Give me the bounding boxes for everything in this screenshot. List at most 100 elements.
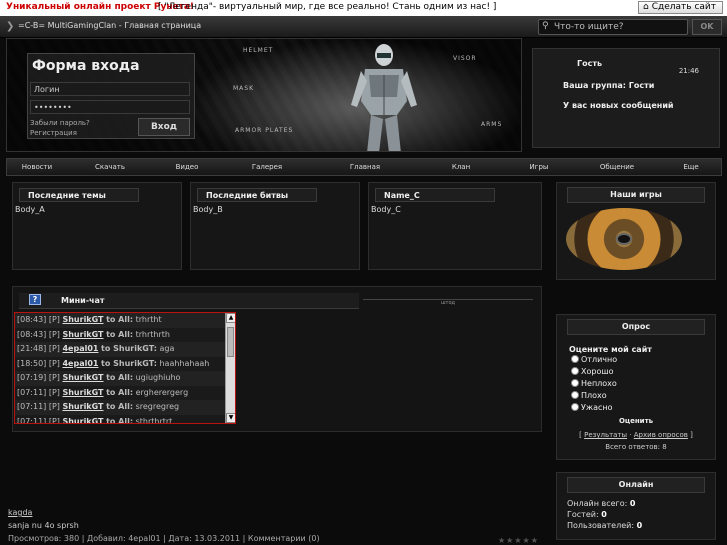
poll-option[interactable]: Ужасно <box>571 403 613 412</box>
chat-nick[interactable]: ShurikGT <box>62 402 103 411</box>
chat-time: [08:43] <box>17 315 47 324</box>
poll-option[interactable]: Отлично <box>571 355 617 364</box>
home-icon: ⌂ <box>643 2 649 12</box>
login-submit-button[interactable]: Вход <box>138 118 190 136</box>
nav-item-home[interactable]: Главная <box>350 163 380 171</box>
star-icon[interactable]: ★ <box>531 536 539 545</box>
nav-item-more[interactable]: Еще <box>683 163 698 171</box>
user-messages[interactable]: У вас новых сообщений <box>563 101 674 110</box>
chat-tag: [P] <box>48 416 60 424</box>
hero-label-arms: ARMS <box>481 121 503 128</box>
panel-body: Body_C <box>371 205 401 214</box>
star-icon[interactable]: ★ <box>498 536 506 545</box>
panel-body: Body_B <box>193 205 223 214</box>
chat-tag: [P] <box>48 373 60 382</box>
poll-option[interactable]: Плохо <box>571 391 607 400</box>
chat-nick[interactable]: ShurikGT <box>62 388 103 397</box>
chat-time: [21:48] <box>17 344 47 353</box>
chat-nick[interactable]: 4epal01 <box>62 344 98 353</box>
chat-tag: [P] <box>48 315 60 324</box>
game-disc-image[interactable] <box>566 208 682 270</box>
hero-label-mask: MASK <box>233 85 255 92</box>
register-link[interactable]: Регистрация <box>30 128 90 138</box>
nav-item-games[interactable]: Игры <box>530 163 549 171</box>
radio-icon[interactable] <box>571 379 579 387</box>
login-field[interactable]: Логин <box>30 82 190 96</box>
chat-recipient: to ShurikGT: <box>101 358 157 368</box>
chat-nick[interactable]: ShurikGT <box>62 315 103 324</box>
nav-item-gallery[interactable]: Галерея <box>252 163 282 171</box>
nav-item-community[interactable]: Общение <box>600 163 634 171</box>
password-field[interactable]: •••••••• <box>30 100 190 114</box>
help-icon[interactable]: ? <box>29 294 41 305</box>
chat-nick[interactable]: ShurikGT <box>62 417 103 424</box>
nav-item-video[interactable]: Видео <box>176 163 199 171</box>
star-icon[interactable]: ★ <box>514 536 522 545</box>
chat-text: sthrthrtrt <box>135 416 173 424</box>
our-games-title: Наши игры <box>567 187 705 203</box>
chat-messages-box[interactable]: [08:43] [P] ShurikGT to All: trhrtht [08… <box>14 312 236 424</box>
chat-message: [07:19] [P] ShurikGT to All: ugiughiuho <box>15 371 235 386</box>
forgot-password-link[interactable]: Забыли пароль? <box>30 118 90 128</box>
user-group: Ваша группа: Гости <box>563 81 655 90</box>
chat-time: [07:11] <box>17 416 47 424</box>
online-guests-row: Гостей: 0 <box>567 510 607 519</box>
radio-icon[interactable] <box>571 367 579 375</box>
poll-archive-link[interactable]: Архив опросов <box>634 431 688 439</box>
hero-label-visor: VISOR <box>453 55 477 62</box>
current-time: 21:46 <box>678 67 699 75</box>
poll-option-label: Неплохо <box>581 379 617 388</box>
poll-total: Всего ответов: 8 <box>605 443 667 451</box>
top-ad-bar: Уникальный онлайн проект Рунета! [ "Леге… <box>0 0 727 16</box>
poll-results-link[interactable]: Результаты <box>584 431 627 439</box>
mini-chat-title: Мини-чат <box>61 296 105 305</box>
user-info-panel: Гость 21:46 Ваша группа: Гости У вас нов… <box>532 48 720 148</box>
login-form-title: Форма входа <box>32 58 140 74</box>
poll-option-label: Плохо <box>581 391 607 400</box>
scroll-down-icon[interactable]: ▼ <box>226 413 235 423</box>
chat-text: trhrtht <box>135 315 162 324</box>
search-ok-button[interactable]: OK <box>692 19 722 35</box>
radio-icon[interactable] <box>571 403 579 411</box>
poll-link-separator: · <box>629 431 632 439</box>
chat-time: [07:19] <box>17 373 47 382</box>
chat-nick[interactable]: ShurikGT <box>62 373 103 382</box>
legend-banner-text[interactable]: [ "Легенда"- виртуальный мир, где все ре… <box>158 2 496 12</box>
chat-recipient: to All: <box>106 329 134 339</box>
online-row-value: 0 <box>601 510 607 519</box>
online-row-value: 0 <box>629 499 636 508</box>
nav-item-download[interactable]: Скачать <box>95 163 125 171</box>
chat-time: [07:11] <box>17 387 47 397</box>
news-text: sanja nu 4o sprsh <box>8 521 79 530</box>
rating-stars[interactable]: ★★★★★ <box>498 536 539 545</box>
chat-tag: [P] <box>48 329 60 339</box>
make-site-button[interactable]: ⌂ Сделать сайт <box>638 1 723 14</box>
poll-option[interactable]: Хорошо <box>571 367 614 376</box>
scroll-thumb[interactable] <box>227 327 234 357</box>
chat-text: trhrthrth <box>135 329 170 339</box>
star-icon[interactable]: ★ <box>523 536 531 545</box>
login-form: Форма входа Логин •••••••• Забыли пароль… <box>27 53 195 139</box>
nav-item-clan[interactable]: Клан <box>452 163 470 171</box>
panel-body: Body_A <box>15 205 45 214</box>
latest-battles-panel: Последние битвы Body_B <box>190 182 360 270</box>
news-title[interactable]: kagda <box>8 508 320 517</box>
radio-icon[interactable] <box>571 391 579 399</box>
scroll-up-icon[interactable]: ▲ <box>226 313 235 323</box>
nav-item-news[interactable]: Новости <box>22 163 52 171</box>
online-row-label: Онлайн всего: <box>567 499 628 508</box>
poll-option[interactable]: Неплохо <box>571 379 617 388</box>
chat-nick[interactable]: 4epal01 <box>62 359 98 368</box>
poll-panel: Опрос Оцените мой сайт Отлично Хорошо Не… <box>556 314 716 460</box>
chat-message: [18:50] [P] 4epal01 to ShurikGT: haahhah… <box>15 357 235 372</box>
poll-vote-button[interactable]: Оценить <box>557 417 715 425</box>
chat-tag: [P] <box>48 344 60 353</box>
search-icon: ⚲ <box>542 21 549 31</box>
chat-nick[interactable]: ShurikGT <box>62 330 103 339</box>
user-name[interactable]: Гость <box>577 59 602 68</box>
chat-scrollbar[interactable]: ▲ ▼ <box>225 313 235 423</box>
search-input[interactable]: ⚲ Что-то ищите? <box>538 19 688 35</box>
panel-title: Последние битвы <box>197 188 317 202</box>
hero-label-armor-plates: ARMOR PLATES <box>235 127 294 134</box>
radio-icon[interactable] <box>571 355 579 363</box>
